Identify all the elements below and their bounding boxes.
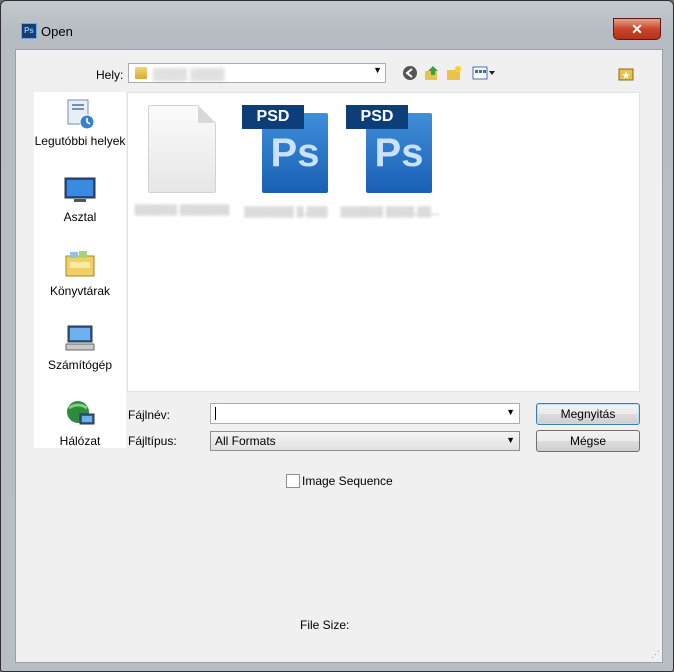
place-computer[interactable]: Számítógép <box>34 322 126 373</box>
place-libraries[interactable]: Könyvtárak <box>34 248 126 299</box>
filetype-select[interactable]: All Formats ▼ <box>210 431 520 451</box>
file-name: ▒▒▒▒▒▒▒ ▒.▒▒▒ <box>244 207 328 218</box>
new-folder-icon[interactable] <box>446 65 462 81</box>
location-label: Hely: <box>96 68 124 82</box>
desktop-icon <box>64 174 96 206</box>
image-sequence-checkbox[interactable] <box>286 474 300 488</box>
filename-input[interactable]: ▼ <box>210 403 520 424</box>
psd-tag: PSD <box>346 105 408 129</box>
photoshop-app-icon: Ps <box>21 23 37 39</box>
chevron-down-icon[interactable]: ▼ <box>506 407 515 417</box>
chevron-down-icon[interactable]: ▼ <box>373 65 382 75</box>
file-list[interactable]: ▒▒▒▒▒▒ ▒▒▒▒▒▒▒ Ps PSD ▒▒▒▒▒▒▒ ▒.▒▒▒ Ps P… <box>127 92 640 392</box>
file-item[interactable]: Ps PSD ▒▒▒▒▒▒ ▒▒▒▒.▒▒... <box>340 105 440 218</box>
place-label: Legutóbbi helyek <box>34 134 126 148</box>
file-item[interactable]: Ps PSD ▒▒▒▒▒▒▒ ▒.▒▒▒ <box>236 105 336 218</box>
file-name: ▒▒▒▒▒▒ ▒▒▒▒▒▒▒ <box>134 205 230 216</box>
open-button[interactable]: Megnyitás <box>536 403 640 425</box>
location-value: ▒▒▒▒ ▒▒▒▒ <box>153 67 225 81</box>
view-menu-icon[interactable] <box>472 65 496 81</box>
back-icon[interactable] <box>402 65 418 81</box>
file-size-label: File Size: <box>300 618 350 632</box>
open-dialog: Ps Open ✕ Hely: ▒▒▒▒ ▒▒▒▒ ▼ Legutóbbi he… <box>0 0 674 672</box>
recent-places-icon <box>64 98 96 130</box>
place-recent[interactable]: Legutóbbi helyek <box>34 98 126 149</box>
close-button[interactable]: ✕ <box>613 18 661 40</box>
cancel-button[interactable]: Mégse <box>536 430 640 452</box>
up-folder-icon[interactable] <box>424 65 440 81</box>
psd-file-icon: Ps PSD <box>242 105 330 195</box>
place-network[interactable]: Hálózat <box>34 398 126 449</box>
dialog-body: Hely: ▒▒▒▒ ▒▒▒▒ ▼ Legutóbbi helyek Aszta… <box>15 49 663 663</box>
image-sequence-label: Image Sequence <box>302 474 393 488</box>
computer-icon <box>64 322 96 354</box>
chevron-down-icon[interactable]: ▼ <box>506 435 515 445</box>
document-icon <box>148 105 216 193</box>
folder-icon <box>135 67 147 79</box>
filename-label: Fájlnév: <box>128 408 171 422</box>
libraries-icon <box>64 248 96 280</box>
location-combo[interactable]: ▒▒▒▒ ▒▒▒▒ ▼ <box>128 63 386 83</box>
file-item[interactable]: ▒▒▒▒▒▒ ▒▒▒▒▒▒▒ <box>132 105 232 216</box>
psd-tag: PSD <box>242 105 304 129</box>
filetype-label: Fájltípus: <box>128 434 177 448</box>
filetype-value: All Formats <box>215 434 276 448</box>
place-desktop[interactable]: Asztal <box>34 174 126 225</box>
window-title: Open <box>41 24 73 39</box>
text-cursor <box>215 407 216 420</box>
place-label: Könyvtárak <box>49 284 111 298</box>
place-label: Hálózat <box>59 434 101 448</box>
file-name: ▒▒▒▒▒▒ ▒▒▒▒.▒▒... <box>340 207 440 218</box>
resize-grip-icon[interactable]: ⋰ <box>651 649 660 660</box>
place-label: Számítógép <box>47 358 113 372</box>
psd-file-icon: Ps PSD <box>346 105 434 195</box>
network-icon <box>64 398 96 430</box>
title-bar[interactable]: Ps Open ✕ <box>1 1 673 40</box>
place-label: Asztal <box>63 210 97 224</box>
places-bar: Legutóbbi helyek Asztal Könyvtárak Számí… <box>34 92 126 448</box>
bridge-folder-icon[interactable] <box>618 65 634 81</box>
